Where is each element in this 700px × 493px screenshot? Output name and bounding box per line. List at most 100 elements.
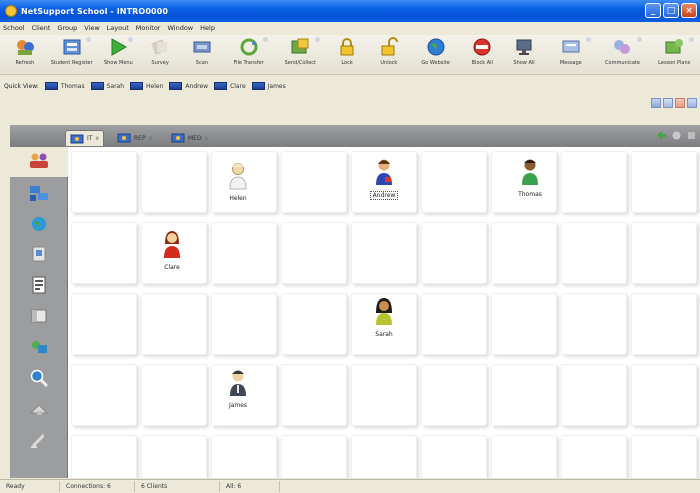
show-button[interactable]: Show Menu <box>97 35 139 73</box>
side-audio-button[interactable] <box>10 333 68 363</box>
close-tab-icon[interactable]: x <box>95 135 99 142</box>
student-sarah[interactable]: Sarah <box>354 297 414 338</box>
desk-cell[interactable] <box>351 222 417 284</box>
menu-view[interactable]: View <box>84 24 99 32</box>
desk-cell[interactable] <box>491 293 557 355</box>
desk-cell[interactable] <box>281 151 347 213</box>
side-internet-button[interactable] <box>10 210 68 240</box>
desk-cell[interactable] <box>491 222 557 284</box>
desk-cell[interactable] <box>421 151 487 213</box>
side-tools-button[interactable] <box>10 426 68 456</box>
side-notes-button[interactable] <box>10 395 68 425</box>
desk-cell[interactable] <box>281 222 347 284</box>
desk-cell[interactable] <box>211 293 277 355</box>
menu-layout[interactable]: Layout <box>107 24 129 32</box>
desk-cell[interactable] <box>421 293 487 355</box>
add-tab-icon[interactable] <box>657 131 666 140</box>
desk-cell[interactable] <box>561 364 627 426</box>
side-devices-button[interactable] <box>10 302 68 332</box>
desk-cell[interactable] <box>491 435 557 478</box>
communicate-button[interactable]: Communicate <box>597 35 649 73</box>
small-icons-view-icon[interactable] <box>663 98 673 108</box>
scan-button[interactable]: Scan <box>181 35 223 73</box>
quick-view-item[interactable]: James <box>251 82 286 90</box>
desk-cell[interactable] <box>351 435 417 478</box>
classroom-layout-grid[interactable]: Helen Andrew Thomas Clare Sarah James <box>68 147 700 478</box>
desk-cell[interactable] <box>71 364 137 426</box>
desk-cell[interactable] <box>281 364 347 426</box>
survey-button[interactable]: Survey <box>139 35 181 73</box>
desk-cell[interactable] <box>421 222 487 284</box>
menu-window[interactable]: Window <box>167 24 193 32</box>
desk-cell[interactable] <box>561 435 627 478</box>
desk-cell[interactable] <box>71 222 137 284</box>
remove-tab-icon[interactable] <box>672 131 681 140</box>
desk-cell[interactable] <box>491 364 557 426</box>
close-tab-icon[interactable]: x <box>205 135 209 142</box>
show-all-button[interactable]: Show All <box>503 35 545 73</box>
desk-cell[interactable] <box>281 435 347 478</box>
student-register-button[interactable]: Student Register <box>46 35 98 73</box>
desk-cell[interactable] <box>211 435 277 478</box>
side-clients-button[interactable] <box>10 147 68 177</box>
side-groups-button[interactable] <box>10 180 68 210</box>
maximize-button[interactable]: □ <box>663 3 679 18</box>
desk-cell[interactable] <box>141 151 207 213</box>
close-tab-icon[interactable]: x <box>149 135 153 142</box>
lesson-plans-button[interactable]: Lesson Plans <box>648 35 700 73</box>
tab-it[interactable]: IT x <box>65 130 104 146</box>
student-helen[interactable]: Helen <box>208 161 268 202</box>
unlock-button[interactable]: Unlock <box>368 35 410 73</box>
menu-help[interactable]: Help <box>200 24 215 32</box>
send-collect-button[interactable]: Send/Collect <box>274 35 326 73</box>
side-applications-button[interactable] <box>10 240 68 270</box>
list-view-icon[interactable] <box>675 98 685 108</box>
desk-cell[interactable] <box>561 222 627 284</box>
desk-cell[interactable] <box>631 293 697 355</box>
quick-view-item[interactable]: Thomas <box>44 82 85 90</box>
menu-group[interactable]: Group <box>57 24 77 32</box>
desk-cell[interactable] <box>421 364 487 426</box>
desk-cell[interactable] <box>211 222 277 284</box>
tab-rep[interactable]: REP x <box>113 130 156 146</box>
refresh-button[interactable]: Refresh <box>4 35 46 73</box>
quick-view-item[interactable]: Clare <box>214 82 246 90</box>
menu-monitor[interactable]: Monitor <box>136 24 161 32</box>
file-transfer-button[interactable]: File Transfer <box>223 35 275 73</box>
desk-cell[interactable] <box>421 435 487 478</box>
quick-view-item[interactable]: Andrew <box>169 82 208 90</box>
desk-cell[interactable] <box>71 293 137 355</box>
desk-cell[interactable] <box>141 435 207 478</box>
desk-cell[interactable] <box>631 364 697 426</box>
block-all-button[interactable]: Block All <box>461 35 503 73</box>
desk-cell[interactable] <box>561 151 627 213</box>
tab-options-icon[interactable] <box>687 131 696 140</box>
desk-cell[interactable] <box>71 151 137 213</box>
desk-cell[interactable] <box>561 293 627 355</box>
details-view-icon[interactable] <box>687 98 697 108</box>
desk-cell[interactable] <box>141 293 207 355</box>
desk-cell[interactable] <box>71 435 137 478</box>
desk-cell[interactable] <box>631 151 697 213</box>
menu-client[interactable]: Client <box>32 24 51 32</box>
message-button[interactable]: Message <box>545 35 597 73</box>
desk-cell[interactable] <box>631 222 697 284</box>
close-button[interactable]: × <box>681 3 697 18</box>
large-icons-view-icon[interactable] <box>651 98 661 108</box>
desk-cell[interactable] <box>281 293 347 355</box>
student-clare[interactable]: Clare <box>142 230 202 271</box>
tab-med[interactable]: MED x <box>167 130 212 146</box>
quick-view-item[interactable]: Sarah <box>90 82 124 90</box>
desk-cell[interactable] <box>141 364 207 426</box>
quick-view-item[interactable]: Helen <box>130 82 163 90</box>
student-andrew[interactable]: Andrew <box>354 157 414 200</box>
side-monitor-button[interactable] <box>10 364 68 394</box>
menu-school[interactable]: School <box>3 24 25 32</box>
student-james[interactable]: James <box>208 368 268 409</box>
minimize-button[interactable]: _ <box>645 3 661 18</box>
lock-button[interactable]: Lock <box>326 35 368 73</box>
go-website-button[interactable]: Go Website <box>410 35 462 73</box>
desk-cell[interactable] <box>631 435 697 478</box>
student-thomas[interactable]: Thomas <box>500 157 560 198</box>
desk-cell[interactable] <box>351 364 417 426</box>
